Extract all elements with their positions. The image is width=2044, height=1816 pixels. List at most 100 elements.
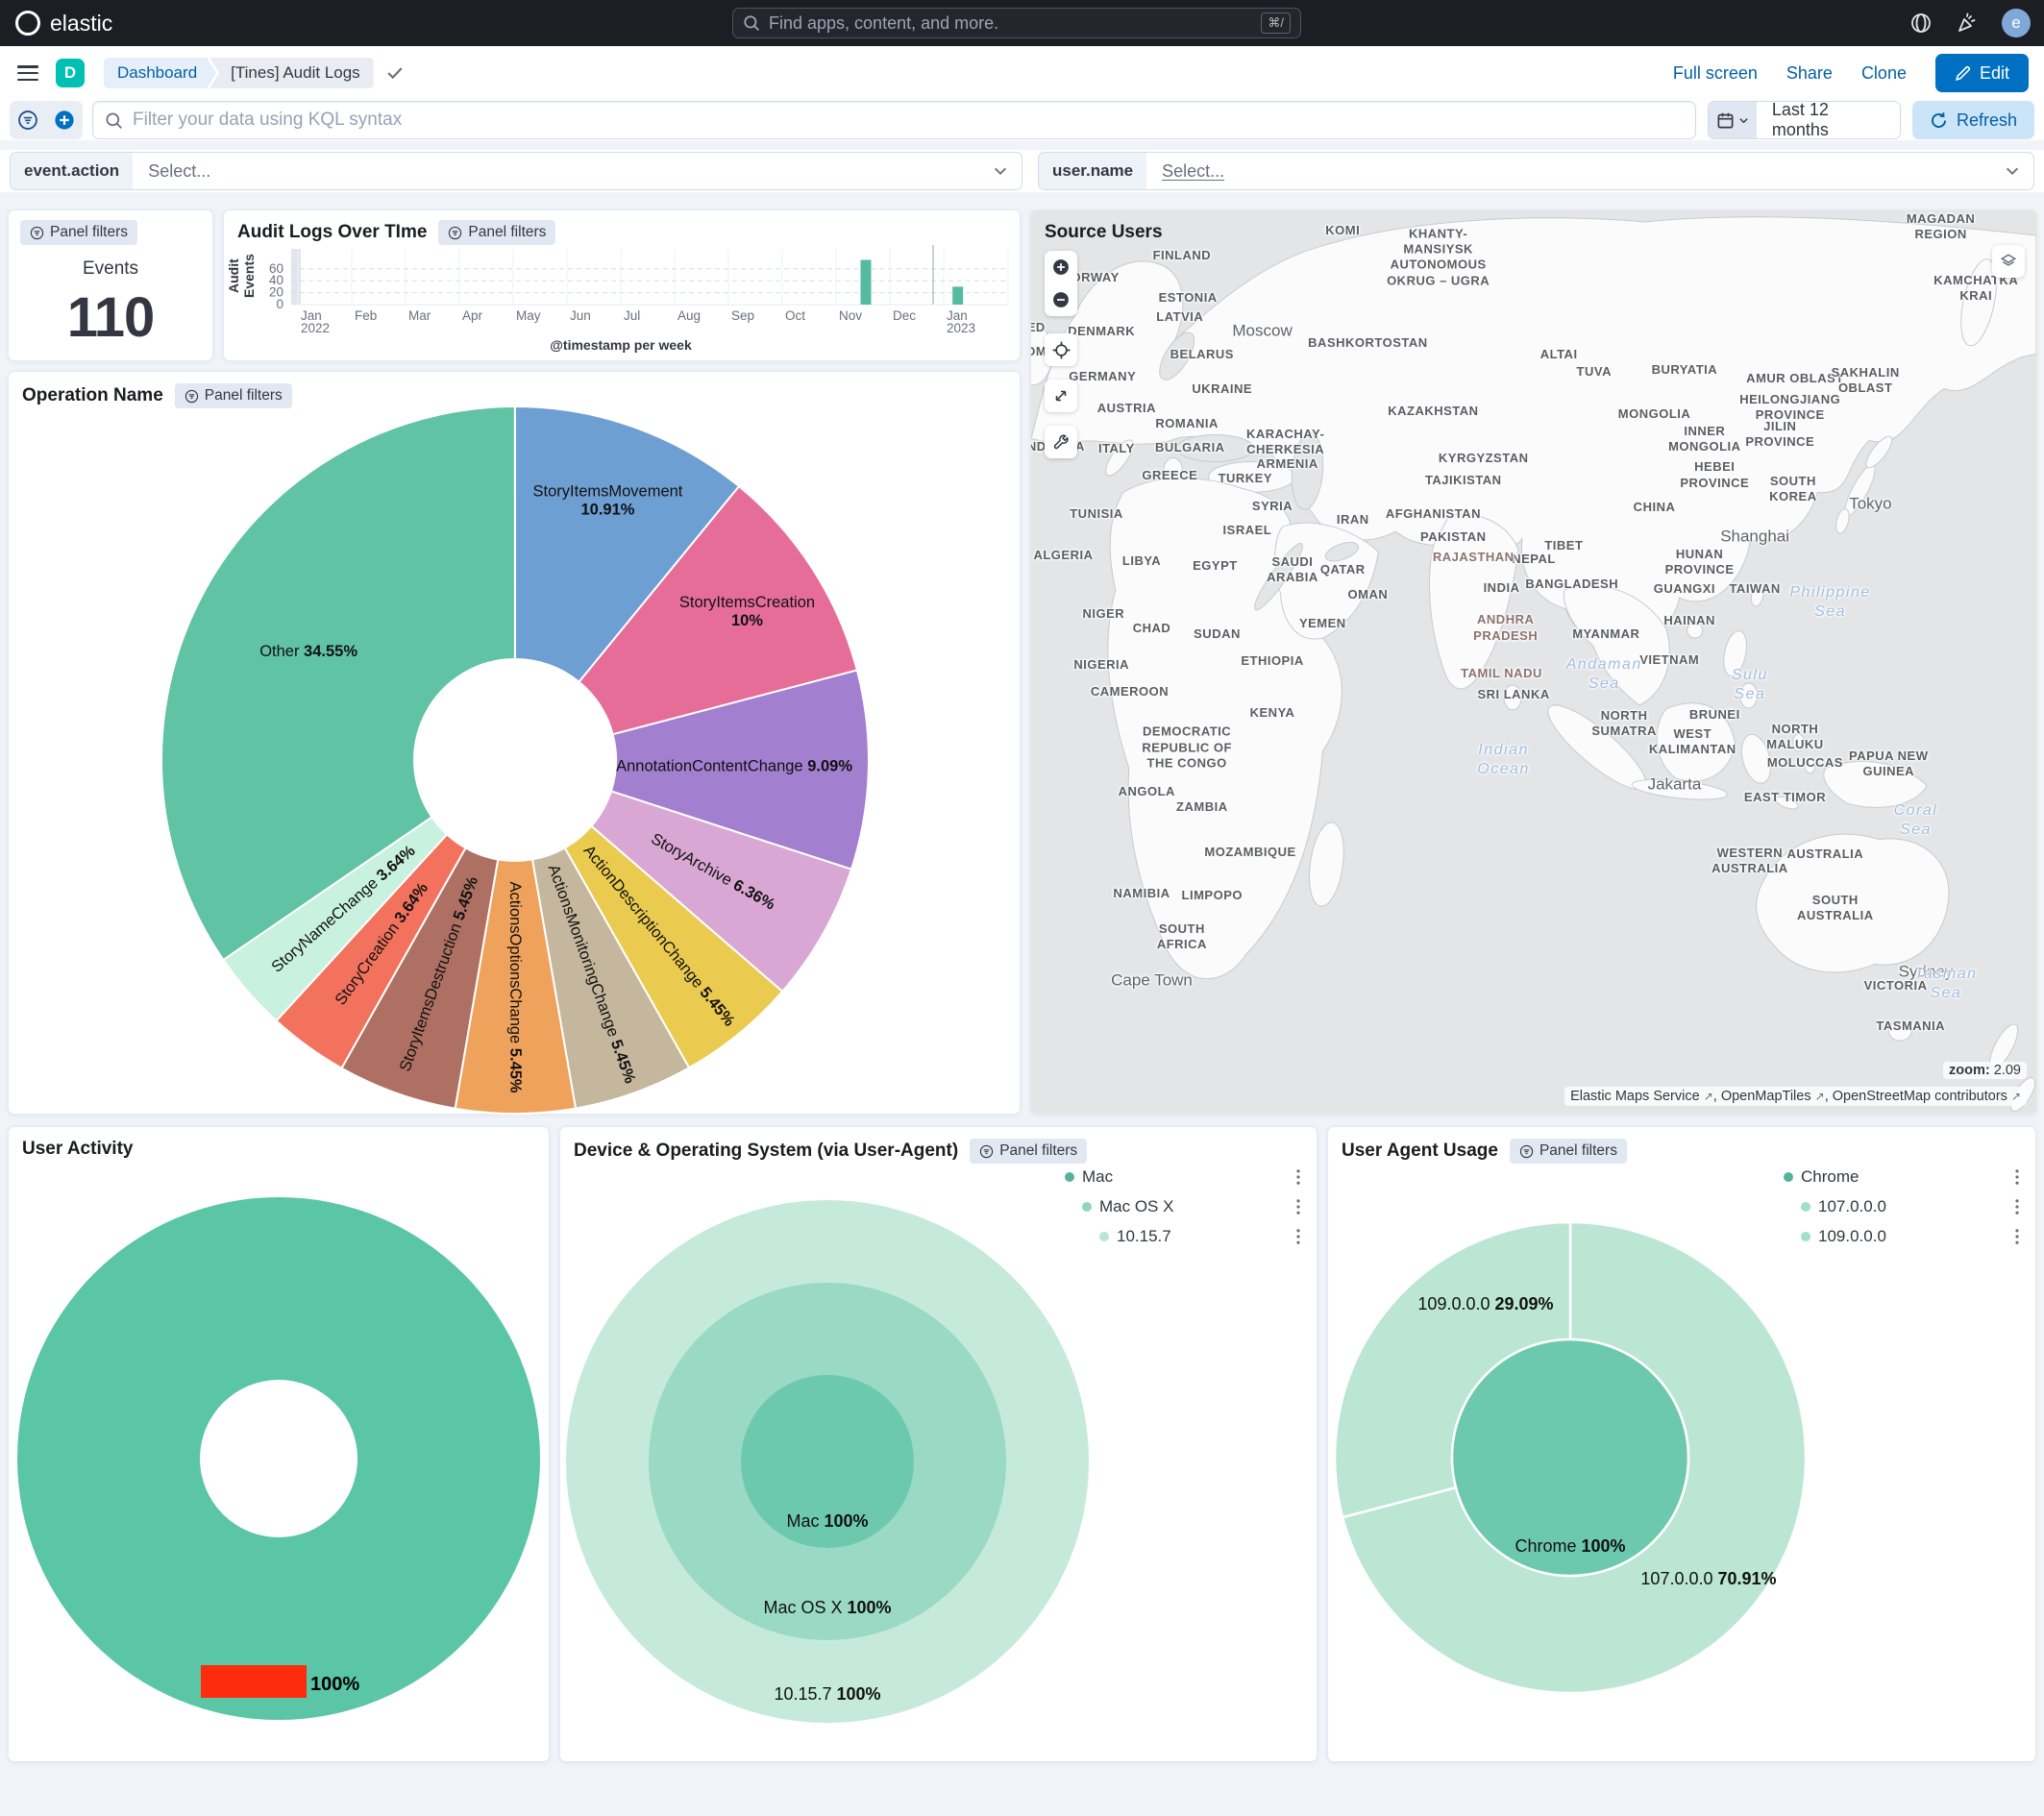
- ring-label: 10.15.7 100%: [774, 1684, 880, 1704]
- kql-search-input[interactable]: Filter your data using KQL syntax: [92, 101, 1696, 139]
- svg-text:Oct: Oct: [785, 308, 805, 323]
- segment-label: 107.0.0.0 70.91%: [1640, 1569, 1776, 1588]
- deployment-icon[interactable]: [1909, 12, 1933, 35]
- nav-row: D Dashboard [Tines] Audit Logs Full scre…: [0, 46, 2044, 100]
- svg-text:May: May: [516, 308, 541, 323]
- calendar-icon: [1716, 111, 1735, 130]
- attribution-link[interactable]: OpenStreetMap contributors: [1833, 1089, 2007, 1104]
- legend-menu-icon[interactable]: [2010, 1198, 2024, 1215]
- panel-user-activity: User Activity 100%: [8, 1126, 550, 1762]
- whats-new-icon[interactable]: [1956, 12, 1979, 35]
- add-control-button[interactable]: [46, 101, 83, 139]
- ring-label: Mac OS X 100%: [763, 1598, 891, 1617]
- crosshair-icon[interactable]: [1045, 333, 1077, 366]
- saved-check-icon[interactable]: [385, 63, 405, 83]
- svg-text:Apr: Apr: [462, 308, 483, 323]
- user-avatar[interactable]: e: [2002, 9, 2031, 37]
- chevron-down-icon: [1738, 115, 1749, 126]
- breadcrumb-current-page[interactable]: [Tines] Audit Logs: [209, 58, 374, 88]
- svg-text:Feb: Feb: [355, 308, 377, 323]
- chart-legend: Mac Mac OS X 10.15.7: [1065, 1166, 1305, 1248]
- search-shortcut-badge: ⌘/: [1261, 12, 1291, 34]
- legend-menu-icon[interactable]: [2010, 1168, 2024, 1186]
- panel-source-users-map[interactable]: Source Users: [1030, 209, 2037, 1115]
- ring-label: Mac 100%: [786, 1511, 868, 1531]
- external-link-icon: ↗: [1704, 1090, 1713, 1103]
- filter-circle-icon: [17, 110, 38, 131]
- panel-operation-name: Operation Name Panel filters StoryItemsM…: [8, 371, 1021, 1115]
- map-expand-control: [1045, 380, 1077, 412]
- legend-item-101517[interactable]: 10.15.7: [1065, 1225, 1305, 1248]
- legend-item-mac[interactable]: Mac: [1065, 1166, 1305, 1189]
- wrench-icon[interactable]: [1045, 426, 1077, 458]
- breadcrumb-dashboard[interactable]: Dashboard: [104, 58, 216, 88]
- chart-legend: Chrome 107.0.0.0 109.0.0.0: [1784, 1166, 2024, 1248]
- legend-color-dot: [1784, 1172, 1793, 1182]
- legend-menu-icon[interactable]: [2010, 1228, 2024, 1245]
- panel-audit-logs-over-time: Audit Logs Over TIme Panel filters Audit…: [223, 209, 1021, 361]
- menu-icon[interactable]: [17, 65, 38, 81]
- donut-hole: [200, 1380, 357, 1537]
- legend-item-109[interactable]: 109.0.0.0: [1784, 1225, 2024, 1248]
- time-range-button[interactable]: Last 12 months: [1757, 102, 1900, 138]
- segment-label: 109.0.0.0 29.09%: [1417, 1294, 1553, 1313]
- time-picker: Last 12 months: [1708, 101, 1901, 139]
- share-button[interactable]: Share: [1786, 63, 1833, 84]
- svg-text:Sep: Sep: [731, 308, 754, 323]
- attribution-link[interactable]: OpenMapTiles: [1721, 1089, 1811, 1104]
- dashboard-app-badge[interactable]: D: [56, 59, 85, 87]
- edit-button[interactable]: Edit: [1935, 54, 2029, 92]
- filters-menu-button[interactable]: [10, 101, 46, 139]
- zoom-in-button[interactable]: [1045, 251, 1077, 283]
- legend-item-107[interactable]: 107.0.0.0: [1784, 1195, 2024, 1218]
- expand-icon[interactable]: [1045, 380, 1077, 412]
- legend-color-dot: [1099, 1232, 1109, 1241]
- panel-user-agent-usage: User Agent Usage Panel filters Chrome 10…: [1327, 1126, 2036, 1762]
- legend-color-dot: [1065, 1172, 1074, 1182]
- top-bar: elastic Find apps, content, and more. ⌘/…: [0, 0, 2044, 46]
- svg-text:Aug: Aug: [677, 308, 701, 323]
- legend-menu-icon[interactable]: [1292, 1198, 1305, 1215]
- elastic-logo[interactable]: elastic: [15, 11, 112, 37]
- map-attribution: Elastic Maps Service ↗, OpenMapTiles ↗, …: [1564, 1087, 2027, 1106]
- refresh-icon: [1930, 111, 1948, 130]
- panel-events: Panel filters Events 110: [8, 209, 213, 361]
- operation-name-donut-chart[interactable]: StoryItemsMovement10.91%StoryItemsCreati…: [9, 372, 1022, 1116]
- redaction-box: [201, 1665, 307, 1698]
- control-label: user.name: [1039, 153, 1146, 189]
- kql-placeholder: Filter your data using KQL syntax: [133, 110, 402, 131]
- full-screen-button[interactable]: Full screen: [1673, 63, 1758, 84]
- legend-menu-icon[interactable]: [1292, 1168, 1305, 1186]
- bar-chart[interactable]: 0204060Jan2022FebMarAprMayJunJulAugSepOc…: [224, 233, 1022, 341]
- refresh-button[interactable]: Refresh: [1912, 101, 2034, 139]
- world-map[interactable]: [1031, 210, 2036, 1114]
- panel-device-os: Device & Operating System (via User-Agen…: [559, 1126, 1318, 1762]
- svg-text:Jan2023: Jan2023: [947, 308, 975, 335]
- elastic-logo-icon: [15, 11, 40, 36]
- control-event-action[interactable]: event.action Select...: [10, 152, 1022, 190]
- layers-icon[interactable]: [1992, 245, 2025, 278]
- control-value: Select...: [148, 161, 210, 182]
- legend-menu-icon[interactable]: [1292, 1228, 1305, 1245]
- panel-filters-badge[interactable]: Panel filters: [20, 220, 137, 245]
- legend-item-chrome[interactable]: Chrome: [1784, 1166, 2024, 1189]
- clone-button[interactable]: Clone: [1861, 63, 1907, 84]
- attribution-link[interactable]: Elastic Maps Service: [1570, 1089, 1700, 1104]
- svg-text:60: 60: [269, 261, 283, 276]
- plus-circle-icon: [54, 110, 75, 131]
- search-icon: [743, 14, 760, 32]
- legend-item-macosx[interactable]: Mac OS X: [1065, 1195, 1305, 1218]
- global-search-input[interactable]: Find apps, content, and more. ⌘/: [732, 8, 1301, 38]
- svg-text:Mar: Mar: [408, 308, 431, 323]
- dashboard-controls-row: event.action Select... user.name Select.…: [0, 150, 2044, 192]
- segment-percent-label: 100%: [310, 1674, 359, 1695]
- metric-label: Events: [9, 258, 212, 280]
- svg-text:AnnotationContentChange 9.09%: AnnotationContentChange 9.09%: [616, 758, 852, 775]
- control-user-name[interactable]: user.name Select...: [1038, 152, 2034, 190]
- zoom-out-button[interactable]: [1045, 283, 1077, 316]
- svg-text:Jul: Jul: [624, 308, 640, 323]
- user-activity-donut-chart[interactable]: 100%: [9, 1127, 551, 1763]
- x-axis-title: @timestamp per week: [525, 337, 717, 353]
- map-zoom-level: zoom: 2.09: [1943, 1062, 2027, 1079]
- calendar-menu-button[interactable]: [1709, 102, 1756, 138]
